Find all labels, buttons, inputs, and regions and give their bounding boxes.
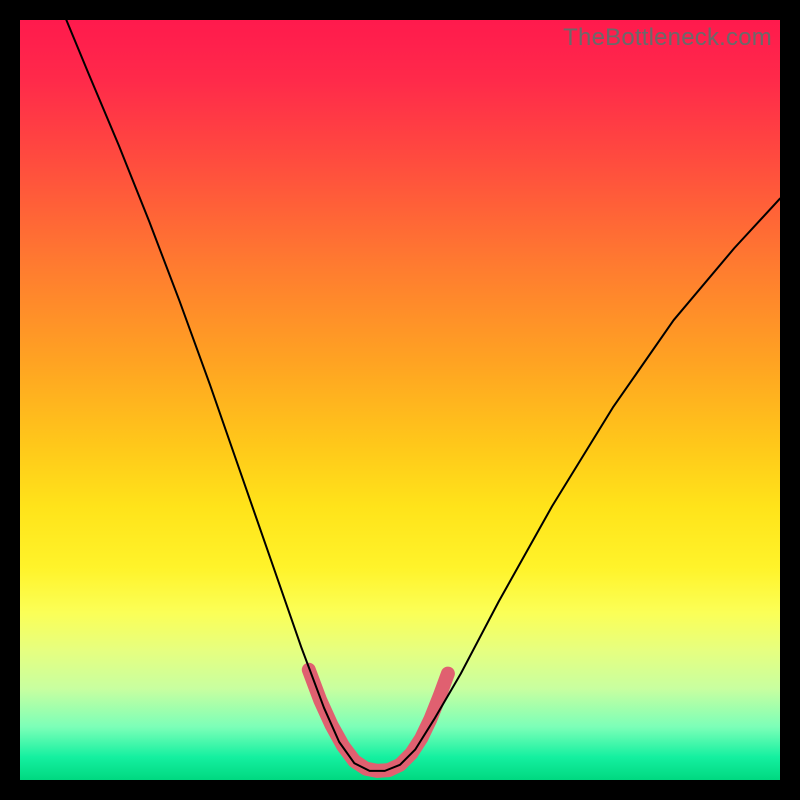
- watermark-text: TheBottleneck.com: [563, 24, 772, 52]
- chart-svg: [20, 20, 780, 780]
- chart-frame: TheBottleneck.com: [0, 0, 800, 800]
- black-curve: [66, 20, 780, 771]
